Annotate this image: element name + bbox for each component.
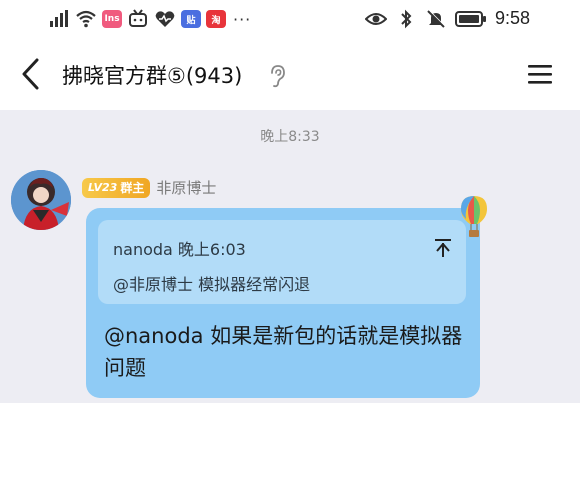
quoted-text: @非原博士 模拟器经常闪退 bbox=[113, 275, 311, 294]
heart-app-icon bbox=[155, 11, 175, 27]
status-left: Ins 贴 淘 ··· bbox=[48, 9, 251, 29]
chat-header: 拂晓官方群⑤(943) bbox=[0, 38, 580, 110]
hot-air-balloon-icon bbox=[461, 196, 487, 237]
sim-signal-icon bbox=[50, 10, 68, 27]
wifi-icon bbox=[76, 10, 96, 28]
clock: 9:58 bbox=[494, 8, 530, 28]
battery-icon bbox=[454, 10, 486, 27]
tieba-app-icon: 贴 bbox=[181, 10, 201, 28]
back-icon[interactable] bbox=[16, 56, 46, 92]
menu-icon[interactable] bbox=[526, 62, 554, 86]
status-right: 9:58 bbox=[364, 8, 530, 29]
message-timestamp: 晚上8:33 bbox=[260, 129, 320, 145]
group-title[interactable]: 拂晓官方群⑤(943) bbox=[62, 60, 242, 90]
cloud-decoration-icon bbox=[482, 487, 570, 502]
status-bar: Ins 贴 淘 ··· 9:58 bbox=[0, 0, 580, 38]
tv-app-icon bbox=[129, 9, 147, 27]
quoted-reply[interactable]: nanoda 晚上6:03 @非原博士 模拟器经常闪退 bbox=[98, 220, 466, 304]
level-text: LV23 bbox=[88, 181, 118, 194]
message-bubble[interactable]: nanoda 晚上6:03 @非原博士 模拟器经常闪退 @nanoda 如果是新… bbox=[86, 208, 570, 502]
role-text: 群主 bbox=[120, 181, 145, 195]
more-notifications-icon: ··· bbox=[233, 9, 252, 29]
sender-row: LV23 群主 非原博士 bbox=[82, 177, 216, 198]
taobao-app-icon: 淘 bbox=[206, 10, 226, 28]
sender-name[interactable]: 非原博士 bbox=[156, 177, 216, 198]
jump-to-original-icon[interactable] bbox=[434, 238, 452, 258]
eye-icon bbox=[364, 12, 387, 25]
message-text: @nanoda 如果是新包的话就是模拟器问题 bbox=[104, 324, 463, 380]
avatar-image bbox=[11, 170, 71, 230]
member-level-badge: LV23 群主 bbox=[82, 177, 151, 198]
instagram-app-icon: Ins bbox=[102, 10, 122, 28]
bluetooth-icon bbox=[401, 9, 412, 28]
chat-area[interactable]: 晚上8:33 LV23 群主 非原博士 nanoda 晚上6:03 @非原博士 … bbox=[0, 110, 580, 502]
ear-icon[interactable] bbox=[268, 64, 286, 88]
quoted-meta: nanoda 晚上6:03 bbox=[113, 240, 246, 259]
sender-avatar[interactable] bbox=[11, 170, 71, 230]
mute-bell-icon bbox=[427, 9, 446, 28]
